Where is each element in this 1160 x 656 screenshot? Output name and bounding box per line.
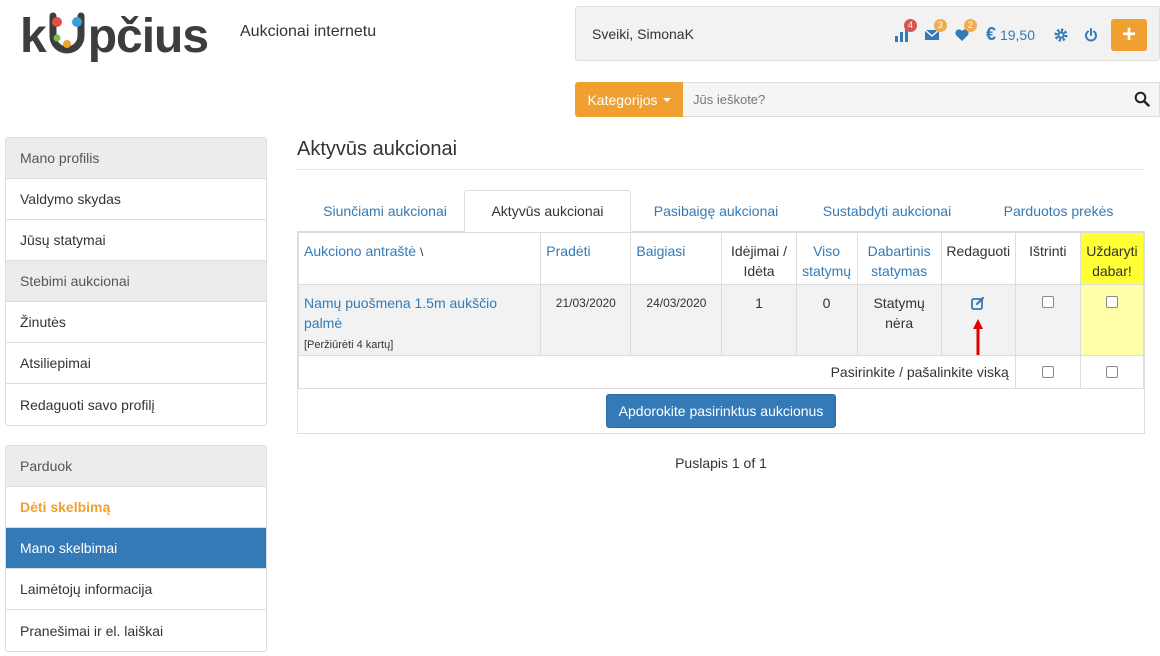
sidebar-item-watched[interactable]: Stebimi aukcionai bbox=[6, 261, 266, 302]
balance-amount: 19,50 bbox=[999, 26, 1035, 43]
tab-pending[interactable]: Siunčiami aukcionai bbox=[307, 190, 463, 232]
sidebar-item-dashboard[interactable]: Valdymo skydas bbox=[6, 179, 266, 220]
site-tagline: Aukcionai internetu bbox=[240, 23, 377, 40]
pagination-info: Puslapis 1 of 1 bbox=[675, 455, 767, 471]
edit-icon[interactable] bbox=[971, 296, 985, 310]
col-end: Baigiasi bbox=[630, 232, 723, 285]
messages-button[interactable]: 3 bbox=[918, 18, 947, 49]
sidebar-item-messages[interactable]: Žinutės bbox=[6, 302, 266, 343]
tab-sold[interactable]: Parduotos prekės bbox=[987, 190, 1130, 232]
sidebar-item-my-bids[interactable]: Jūsų statymai bbox=[6, 220, 266, 261]
user-bar: Sveiki, SimonaK 4 3 2 € 19,50 + bbox=[575, 6, 1160, 61]
start-date: 21/03/2020 bbox=[540, 284, 632, 356]
sell-panel-heading: Parduok bbox=[6, 446, 266, 487]
select-all-delete-cell bbox=[1014, 355, 1081, 389]
gear-icon bbox=[1054, 28, 1068, 41]
sort-title-link[interactable]: Aukciono antraštė bbox=[304, 243, 416, 259]
process-selected-button[interactable]: Apdorokite pasirinktus aukcionus bbox=[605, 393, 837, 428]
profile-panel-heading: Mano profilis bbox=[6, 138, 266, 179]
col-title: Aukciono antraštė \ bbox=[297, 232, 542, 285]
sidebar-item-feedback[interactable]: Atsiliepimai bbox=[6, 343, 266, 384]
select-all-row: Pasirinkite / pašalinkite viską bbox=[298, 355, 1145, 389]
action-row: Apdorokite pasirinktus aukcionus bbox=[298, 388, 1144, 433]
logo-text: k pčius bbox=[20, 9, 209, 63]
col-start: Pradėti bbox=[540, 232, 632, 285]
logo-u-mark bbox=[47, 12, 87, 53]
close-now-cell bbox=[1079, 284, 1145, 356]
stats-badge: 4 bbox=[903, 18, 917, 32]
sidebar-item-winners-info[interactable]: Laimėtojų informacija bbox=[6, 569, 266, 610]
col-bids: Viso statymų bbox=[795, 232, 858, 285]
categories-label: Kategorijos bbox=[587, 91, 658, 108]
categories-dropdown-button[interactable]: Kategorijos bbox=[575, 82, 683, 117]
end-date: 24/03/2020 bbox=[630, 284, 723, 356]
delete-checkbox[interactable] bbox=[1041, 296, 1054, 308]
col-edit: Redaguoti bbox=[940, 232, 1016, 285]
listed-count: 1 bbox=[721, 284, 797, 356]
tab-suspended[interactable]: Sustabdyti aukcionai bbox=[807, 190, 967, 232]
search-icon[interactable] bbox=[1134, 91, 1150, 107]
col-current-bid: Dabartinis statymas bbox=[856, 232, 942, 285]
account-balance[interactable]: € 19,50 bbox=[986, 24, 1035, 45]
logout-button[interactable] bbox=[1077, 21, 1105, 49]
site-logo[interactable]: k pčius bbox=[20, 6, 209, 66]
red-arrow-icon bbox=[973, 319, 984, 355]
current-bid: Statymų nėra bbox=[856, 284, 942, 356]
user-greeting: Sveiki, SimonaK bbox=[592, 25, 694, 42]
select-all-label: Pasirinkite / pašalinkite viską bbox=[298, 355, 1016, 389]
auction-title-cell: Namų puošmena 1.5m aukščio palmė [Peržiūr… bbox=[297, 284, 542, 356]
sidebar-item-post-listing[interactable]: Dėti skelbimą bbox=[6, 487, 266, 528]
auction-title-link[interactable]: Namų puošmena 1.5m aukščio palmė bbox=[304, 295, 497, 331]
table-row: Namų puošmena 1.5m aukščio palmė [Peržiūr… bbox=[297, 284, 1145, 356]
table-header-row: Aukciono antraštė \ Pradėti Baigiasi Idė… bbox=[297, 232, 1145, 285]
page-title: Aktyvūs aukcionai bbox=[297, 138, 458, 160]
bid-count: 0 bbox=[795, 284, 858, 356]
messages-badge: 3 bbox=[933, 18, 947, 32]
sort-start-link[interactable]: Pradėti bbox=[546, 243, 590, 259]
select-all-close-checkbox[interactable] bbox=[1105, 365, 1118, 378]
delete-cell bbox=[1014, 284, 1081, 356]
close-now-checkbox[interactable] bbox=[1105, 296, 1118, 308]
profile-panel: Mano profilis Valdymo skydas Jūsų statym… bbox=[5, 137, 267, 426]
user-bar-icons: 4 3 2 € 19,50 + bbox=[886, 7, 1147, 62]
col-delete: Ištrinti bbox=[1014, 232, 1081, 285]
search-bar: Kategorijos bbox=[575, 82, 1160, 117]
tab-ended[interactable]: Pasibaigę aukcionai bbox=[637, 190, 795, 232]
title-divider bbox=[297, 169, 1145, 170]
euro-icon: € bbox=[985, 24, 996, 44]
search-input[interactable] bbox=[683, 82, 1160, 117]
sort-indicator: \ bbox=[419, 245, 424, 259]
sell-panel: Parduok Dėti skelbimą Mano skelbimai Lai… bbox=[5, 445, 267, 652]
favorites-button[interactable]: 2 bbox=[948, 18, 977, 49]
action-cell: Apdorokite pasirinktus aukcionus bbox=[298, 388, 1144, 433]
auctions-table-container: Aukciono antraštė \ Pradėti Baigiasi Idė… bbox=[297, 231, 1145, 434]
auctions-table: Aukciono antraštė \ Pradėti Baigiasi Idė… bbox=[297, 232, 1145, 433]
sidebar-item-my-listings[interactable]: Mano skelbimai bbox=[6, 528, 266, 569]
tab-active[interactable]: Aktyvūs aukcionai bbox=[464, 190, 631, 232]
add-listing-button[interactable]: + bbox=[1111, 18, 1147, 51]
sort-bids-link[interactable]: Viso statymų bbox=[802, 243, 851, 279]
caret-down-icon bbox=[662, 97, 671, 102]
edit-cell bbox=[940, 284, 1016, 356]
view-count: [Peržiūrėti 4 kartų] bbox=[304, 339, 394, 351]
stats-button[interactable]: 4 bbox=[888, 18, 917, 49]
select-all-delete-checkbox[interactable] bbox=[1041, 365, 1054, 378]
power-icon bbox=[1085, 27, 1097, 41]
select-all-close-cell bbox=[1079, 355, 1145, 389]
settings-button[interactable] bbox=[1047, 21, 1075, 49]
sort-end-link[interactable]: Baigiasi bbox=[636, 243, 685, 259]
sidebar-item-edit-profile[interactable]: Redaguoti savo profilį bbox=[6, 384, 266, 425]
sort-current-bid-link[interactable]: Dabartinis statymas bbox=[868, 243, 931, 279]
col-close-now: Uždaryti dabar! bbox=[1079, 232, 1145, 285]
auction-tabs: Siunčiami aukcionai Aktyvūs aukcionai Pa… bbox=[297, 190, 1145, 232]
col-listed: Idėjimai / Idėta bbox=[721, 232, 797, 285]
sidebar-item-notifications[interactable]: Pranešimai ir el. laiškai bbox=[6, 610, 266, 651]
favorites-badge: 2 bbox=[963, 18, 977, 32]
